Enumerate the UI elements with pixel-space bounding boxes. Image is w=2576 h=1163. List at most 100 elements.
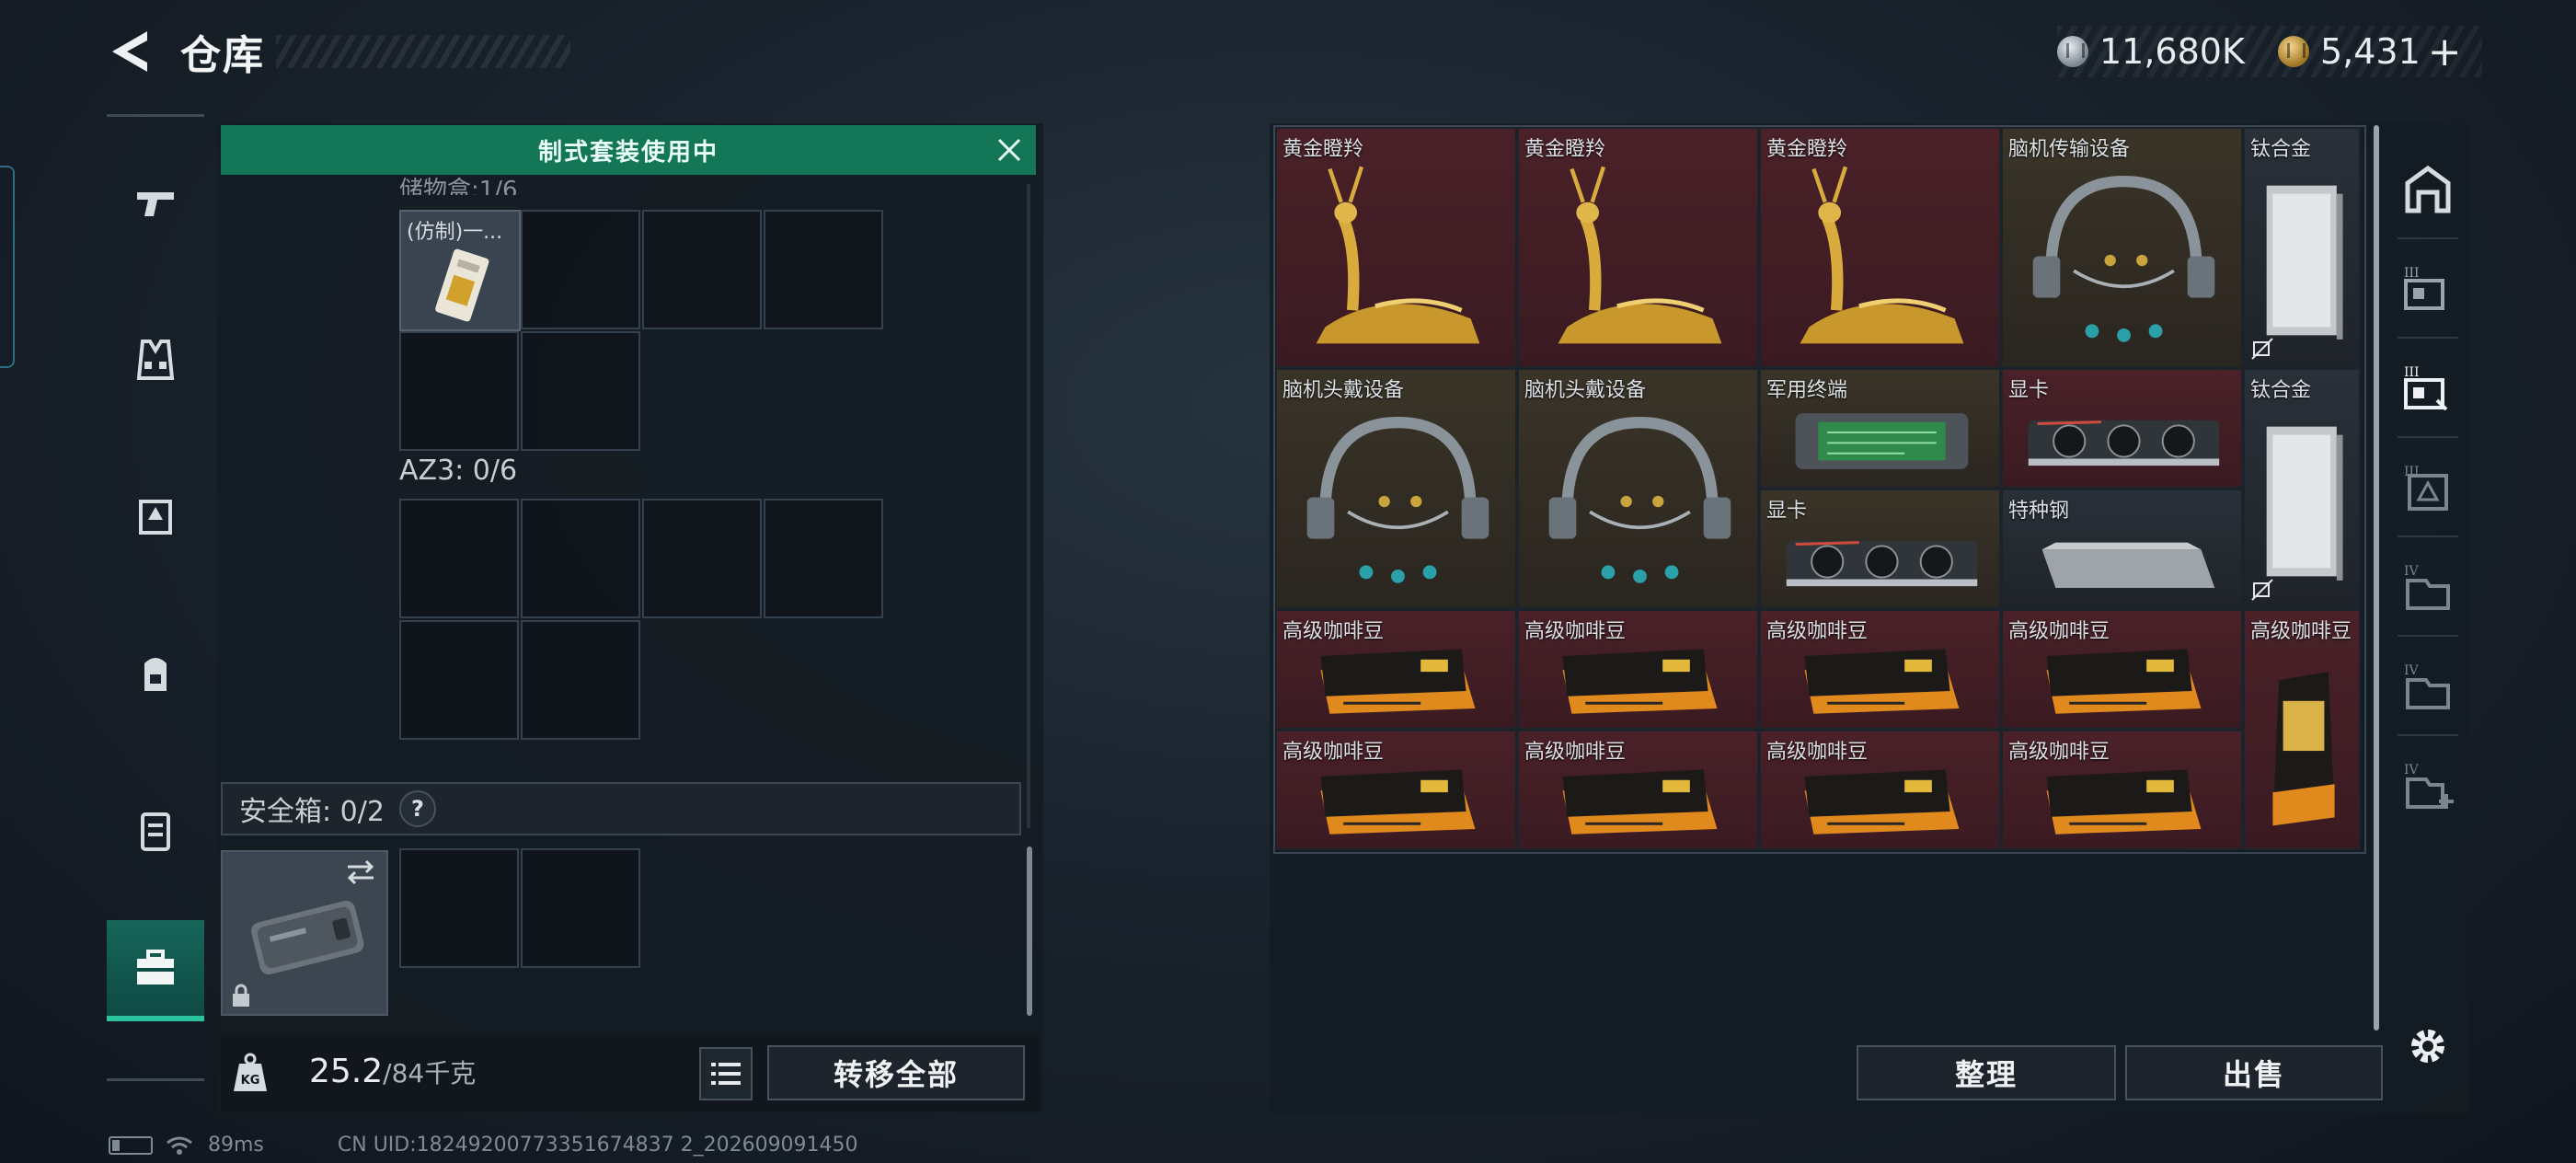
storage-item[interactable]: 黄金瞪羚 bbox=[1759, 127, 2001, 368]
storage-3b-icon: III bbox=[2404, 365, 2448, 411]
storage-item[interactable]: 军用终端 bbox=[1759, 368, 2001, 489]
nav-item-weapon[interactable] bbox=[107, 153, 204, 254]
steel-icon bbox=[2041, 542, 2215, 588]
container-icon bbox=[141, 812, 170, 851]
nav-item-vest[interactable] bbox=[107, 309, 204, 410]
storage-item[interactable]: 高级咖啡豆 bbox=[1759, 609, 2001, 730]
storage-item-label: 黄金瞪羚 bbox=[1766, 138, 1848, 161]
storage-item[interactable]: 钛合金 bbox=[2243, 127, 2361, 368]
safe-box-item[interactable] bbox=[221, 850, 388, 1016]
uid-text: CN UID:18249200773351674837 2_2026090914… bbox=[337, 1134, 858, 1157]
side-drawer-handle[interactable] bbox=[0, 166, 15, 368]
grid-item-card[interactable]: (仿制)一... bbox=[399, 210, 521, 331]
storage-item-label: 高级咖啡豆 bbox=[1282, 741, 1385, 764]
close-icon[interactable] bbox=[994, 134, 1025, 166]
storage-item[interactable]: 高级咖啡豆 bbox=[1517, 609, 1759, 730]
gpu-icon bbox=[1786, 540, 1978, 587]
storage-item[interactable]: 黄金瞪羚 bbox=[1517, 127, 1759, 368]
pistol-icon bbox=[137, 192, 174, 216]
gpu-icon bbox=[2028, 420, 2220, 466]
kit-banner: 制式套装使用中 bbox=[221, 125, 1036, 175]
nav-warehouse[interactable] bbox=[2390, 147, 2466, 230]
organize-button[interactable]: 整理 bbox=[1857, 1045, 2116, 1100]
storage-item-label: 特种钢 bbox=[2008, 500, 2070, 523]
az3-label: AZ3: 0/6 bbox=[399, 455, 518, 487]
swap-icon[interactable] bbox=[344, 859, 377, 885]
storage-item[interactable]: 高级咖啡豆 bbox=[1517, 730, 1759, 850]
card-item-icon bbox=[435, 248, 489, 322]
nav-storage-4b[interactable]: IV bbox=[2390, 644, 2466, 727]
coffee-bag-icon bbox=[2272, 672, 2335, 826]
help-button[interactable]: ? bbox=[398, 790, 436, 827]
grid-slot[interactable] bbox=[521, 331, 640, 451]
add-currency-button[interactable]: + bbox=[2428, 29, 2462, 75]
coffee-icon bbox=[1320, 649, 1476, 714]
armor-icon bbox=[139, 500, 172, 535]
safe-slot[interactable] bbox=[399, 848, 519, 968]
storage-item[interactable]: 显卡 bbox=[2001, 368, 2243, 489]
grid-slot[interactable] bbox=[521, 499, 640, 618]
storage-item[interactable]: 显卡 bbox=[1759, 489, 2001, 609]
storage-item[interactable]: 高级咖啡豆 bbox=[1759, 730, 2001, 850]
grid-slot[interactable] bbox=[642, 499, 762, 618]
storage-item[interactable]: 高级咖啡豆 bbox=[2243, 609, 2361, 850]
storage-item[interactable]: 特种钢 bbox=[2001, 489, 2243, 609]
currency-silver-value: 11,680K bbox=[2099, 31, 2245, 72]
nav-storage-4-add[interactable]: IV bbox=[2390, 743, 2466, 826]
grid-slot[interactable] bbox=[764, 210, 883, 329]
nav-item-backpack[interactable] bbox=[107, 624, 204, 725]
storage-item[interactable]: 高级咖啡豆 bbox=[1275, 730, 1517, 850]
title-decoration bbox=[276, 35, 570, 68]
currency-silver: 11,680K bbox=[2057, 28, 2245, 75]
settings-button[interactable] bbox=[2390, 1005, 2466, 1088]
nav-separator bbox=[2398, 436, 2458, 438]
grid-slot[interactable] bbox=[764, 499, 883, 618]
nav-separator bbox=[2398, 635, 2458, 637]
grid-slot[interactable] bbox=[399, 331, 519, 451]
nav-storage-3c[interactable]: III bbox=[2390, 445, 2466, 528]
storage-item[interactable]: 脑机传输设备 bbox=[2001, 127, 2243, 368]
grid-slot[interactable] bbox=[399, 499, 519, 618]
nav-item-armor[interactable] bbox=[107, 466, 204, 567]
storage-item[interactable]: 高级咖啡豆 bbox=[2001, 730, 2243, 850]
storage-item-label: 高级咖啡豆 bbox=[1766, 620, 1869, 643]
nav-item-toolbox[interactable] bbox=[107, 920, 204, 1021]
svg-text:IV: IV bbox=[2404, 564, 2420, 579]
weight-kg-icon: KG bbox=[234, 1053, 267, 1091]
storage-item-label: 钛合金 bbox=[2250, 379, 2312, 402]
safe-slot[interactable] bbox=[521, 848, 640, 968]
grid-slot[interactable] bbox=[521, 620, 640, 740]
back-arrow-icon bbox=[112, 31, 147, 72]
settings-icon bbox=[2411, 1030, 2444, 1063]
coffee-icon bbox=[2046, 769, 2202, 835]
storage-item-label: 黄金瞪羚 bbox=[1524, 138, 1606, 161]
back-button[interactable] bbox=[103, 28, 158, 75]
storage-item[interactable]: 黄金瞪羚 bbox=[1275, 127, 1517, 368]
grid-slot[interactable] bbox=[399, 620, 519, 740]
storage-item-label: 脑机头戴设备 bbox=[1524, 379, 1647, 402]
storage-item[interactable]: 钛合金 bbox=[2243, 368, 2361, 609]
storage-scrollbar[interactable] bbox=[2374, 125, 2379, 1031]
nav-storage-3b[interactable]: III bbox=[2390, 346, 2466, 429]
storage-item-label: 高级咖啡豆 bbox=[2008, 620, 2110, 643]
storage-item-label: 脑机头戴设备 bbox=[1282, 379, 1405, 402]
svg-text:III: III bbox=[2404, 365, 2420, 380]
warehouse-icon bbox=[2405, 165, 2451, 213]
transfer-all-button[interactable]: 转移全部 bbox=[767, 1045, 1025, 1100]
list-view-button[interactable] bbox=[699, 1047, 753, 1100]
terminal-icon bbox=[1795, 413, 1969, 469]
container-scrollbar[interactable] bbox=[1027, 846, 1032, 1016]
grid-slot[interactable] bbox=[521, 210, 640, 329]
coffee-icon bbox=[1562, 769, 1718, 835]
nav-item-container[interactable] bbox=[107, 780, 204, 881]
nav-storage-3[interactable]: III bbox=[2390, 247, 2466, 329]
storage-item[interactable]: 脑机头戴设备 bbox=[1517, 368, 1759, 609]
gold-coin-icon bbox=[2278, 36, 2309, 67]
sell-button[interactable]: 出售 bbox=[2125, 1045, 2383, 1100]
storage-item[interactable]: 高级咖啡豆 bbox=[2001, 609, 2243, 730]
grid-slot[interactable] bbox=[642, 210, 762, 329]
storage-item[interactable]: 高级咖啡豆 bbox=[1275, 609, 1517, 730]
nav-storage-4[interactable]: IV bbox=[2390, 545, 2466, 628]
storage-3-icon: III bbox=[2404, 266, 2444, 310]
storage-item[interactable]: 脑机头戴设备 bbox=[1275, 368, 1517, 609]
